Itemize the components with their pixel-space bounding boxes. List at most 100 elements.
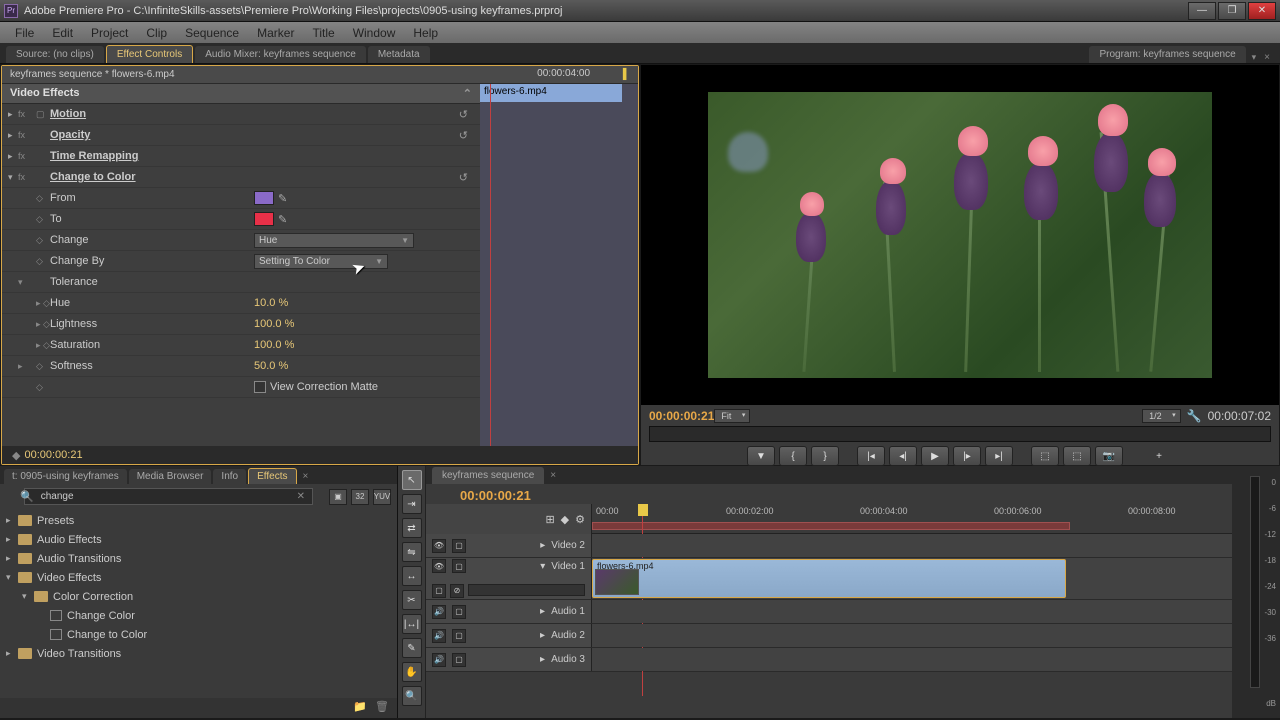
change-to-color-row[interactable]: ▾fx Change to Color ↺	[2, 167, 480, 188]
mini-playhead-icon[interactable]: ▌	[623, 69, 630, 80]
add-button[interactable]: +	[1145, 446, 1173, 466]
timeline-tab[interactable]: keyframes sequence	[432, 467, 544, 484]
hand-tool[interactable]: ✋	[402, 662, 422, 682]
out-point-button[interactable]: }	[811, 446, 839, 466]
extract-button[interactable]: ⬚	[1063, 446, 1091, 466]
goto-out-button[interactable]: ▸|	[985, 446, 1013, 466]
tree-color-correction[interactable]: ▾Color Correction	[0, 587, 397, 606]
maximize-button[interactable]: ❐	[1218, 2, 1246, 20]
play-button[interactable]: ▶	[921, 446, 949, 466]
program-viewport[interactable]	[641, 65, 1279, 405]
time-remapping-row[interactable]: ▸fx Time Remapping	[2, 146, 480, 167]
tree-audio-transitions[interactable]: ▸Audio Transitions	[0, 549, 397, 568]
close-button[interactable]: ✕	[1248, 2, 1276, 20]
step-fwd-button[interactable]: |▸	[953, 446, 981, 466]
work-area-bar[interactable]	[592, 522, 1070, 530]
pen-tool[interactable]: ✎	[402, 638, 422, 658]
program-close-icon[interactable]: ×	[1260, 52, 1274, 63]
tab-effect-controls[interactable]: Effect Controls	[106, 45, 193, 63]
mark-in-button[interactable]: ▼	[747, 446, 775, 466]
tab-audio-mixer[interactable]: Audio Mixer: keyframes sequence	[195, 46, 366, 63]
tab-info[interactable]: Info	[213, 469, 246, 484]
marker-icon[interactable]: ◆	[561, 513, 569, 526]
speaker-icon[interactable]: 🔊	[432, 653, 446, 667]
clip-flowers[interactable]: flowers-6.mp4	[592, 559, 1066, 598]
to-swatch[interactable]	[254, 212, 274, 226]
fx-32bit-icon[interactable]: 32	[351, 489, 369, 505]
speaker-icon[interactable]: 🔊	[432, 629, 446, 643]
tree-audio-effects[interactable]: ▸Audio Effects	[0, 530, 397, 549]
clear-search-icon[interactable]: ✕	[297, 491, 305, 502]
menu-marker[interactable]: Marker	[248, 23, 303, 43]
menu-file[interactable]: File	[6, 23, 43, 43]
effects-search-input[interactable]	[24, 488, 313, 505]
menu-edit[interactable]: Edit	[43, 23, 82, 43]
tab-program[interactable]: Program: keyframes sequence	[1089, 46, 1245, 63]
selection-tool[interactable]: ↖	[402, 470, 422, 490]
timeline-timecode[interactable]: 00:00:00:21	[426, 484, 1232, 504]
fit-dropdown[interactable]: Fit	[714, 409, 750, 423]
track-select-tool[interactable]: ⇥	[402, 494, 422, 514]
reset-icon[interactable]: ↺	[459, 171, 468, 184]
tab-media-browser[interactable]: Media Browser	[129, 469, 212, 484]
in-point-button[interactable]: {	[779, 446, 807, 466]
toggle-anim-icon[interactable]: ◆	[12, 449, 20, 462]
hue-value[interactable]: 10.0 %	[254, 297, 288, 309]
reset-icon[interactable]: ↺	[459, 129, 468, 142]
opacity-row[interactable]: ▸fx Opacity ↺	[2, 125, 480, 146]
track-keyframe-button[interactable]	[468, 584, 585, 596]
tab-source[interactable]: Source: (no clips)	[6, 46, 104, 63]
lift-button[interactable]: ⬚	[1031, 446, 1059, 466]
new-bin-icon[interactable]: 📁	[353, 700, 367, 716]
eyedropper-icon[interactable]: ✎	[278, 192, 287, 205]
menu-clip[interactable]: Clip	[137, 23, 176, 43]
menu-sequence[interactable]: Sequence	[176, 23, 248, 43]
softness-value[interactable]: 50.0 %	[254, 360, 288, 372]
view-matte-checkbox[interactable]	[254, 381, 266, 393]
program-dropdown-icon[interactable]: ▾	[1248, 52, 1261, 63]
tolerance-row[interactable]: ▾ Tolerance	[2, 272, 480, 293]
delete-icon[interactable]: 🗑	[375, 700, 389, 716]
lightness-value[interactable]: 100.0 %	[254, 318, 294, 330]
effect-timecode[interactable]: 00:00:00:21	[24, 449, 82, 461]
keyframe-playhead[interactable]	[490, 84, 491, 446]
timeline-ruler[interactable]: 00:00 00:00:02:00 00:00:04:00 00:00:06:0…	[592, 504, 1232, 534]
lock-icon[interactable]: ▢	[452, 559, 466, 573]
rate-tool[interactable]: ↔	[402, 566, 422, 586]
menu-window[interactable]: Window	[344, 23, 405, 43]
lock-icon[interactable]: ▢	[452, 539, 466, 553]
tree-video-effects[interactable]: ▾Video Effects	[0, 568, 397, 587]
razor-tool[interactable]: ✂	[402, 590, 422, 610]
reset-icon[interactable]: ↺	[459, 108, 468, 121]
tab-effects[interactable]: Effects	[248, 468, 296, 484]
export-frame-button[interactable]: 📷	[1095, 446, 1123, 466]
menu-title[interactable]: Title	[303, 23, 343, 43]
wrench-icon[interactable]: 🔧	[1187, 409, 1202, 423]
tab-metadata[interactable]: Metadata	[368, 46, 430, 63]
menu-project[interactable]: Project	[82, 23, 137, 43]
menu-help[interactable]: Help	[404, 23, 447, 43]
timeline-playhead[interactable]	[638, 504, 648, 516]
change-dropdown[interactable]: Hue▼	[254, 233, 414, 248]
goto-in-button[interactable]: |◂	[857, 446, 885, 466]
eye-icon[interactable]: 👁	[432, 539, 446, 553]
motion-row[interactable]: ▸fx▢ Motion ↺	[2, 104, 480, 125]
tree-video-transitions[interactable]: ▸Video Transitions	[0, 644, 397, 663]
minimize-button[interactable]: —	[1188, 2, 1216, 20]
program-timecode-left[interactable]: 00:00:00:21	[649, 409, 714, 423]
slip-tool[interactable]: |↔|	[402, 614, 422, 634]
tree-change-color[interactable]: Change Color	[0, 606, 397, 625]
effect-keyframe-area[interactable]: flowers-6.mp4	[480, 84, 638, 446]
settings-icon[interactable]: ⚙	[575, 513, 585, 526]
speaker-icon[interactable]: 🔊	[432, 605, 446, 619]
tab-project[interactable]: t: 0905-using keyframes	[4, 469, 127, 484]
program-scrubber[interactable]	[649, 426, 1271, 442]
fx-yuv-icon[interactable]: YUV	[373, 489, 391, 505]
saturation-value[interactable]: 100.0 %	[254, 339, 294, 351]
snap-icon[interactable]: ⊞	[545, 513, 554, 526]
from-swatch[interactable]	[254, 191, 274, 205]
ripple-tool[interactable]: ⇄	[402, 518, 422, 538]
timeline-tab-close-icon[interactable]: ×	[546, 470, 560, 481]
rolling-tool[interactable]: ⇋	[402, 542, 422, 562]
change-by-dropdown[interactable]: Setting To Color▼	[254, 254, 388, 269]
